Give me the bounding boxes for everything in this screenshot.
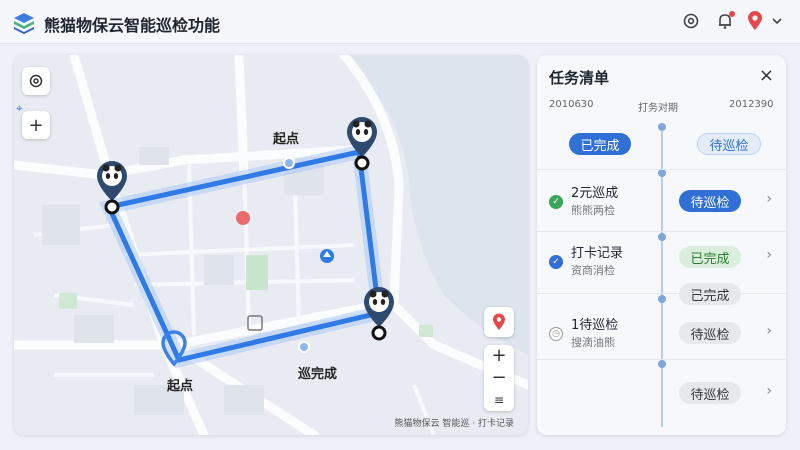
chevron-down-icon[interactable] (766, 10, 788, 32)
layers-icon[interactable]: ≡ (494, 391, 504, 409)
date-start: 2010630 (549, 99, 594, 110)
task-row[interactable]: ✓ 2元巡成 熊熊两检 待巡检 › (537, 169, 786, 231)
task-subtitle: 熊熊两检 (571, 204, 615, 217)
task-row[interactable]: ✓ 打卡记录 资商消检 已完成 › (537, 231, 786, 293)
check-circle-blue-icon: ✓ (549, 255, 563, 269)
task-title: 1待巡检 (571, 318, 619, 333)
app-logo-icon (14, 13, 34, 34)
zoom-out-button[interactable]: − (491, 369, 506, 387)
date-period-label: 打务对期 (638, 103, 678, 114)
status-header-done[interactable]: 已完成 (569, 133, 631, 155)
panda-marker-west[interactable] (95, 159, 129, 217)
app-window: 熊猫物保云智能巡检功能 起点 起点 巡完成 ⌖ + + − ≡ 熊猫物保云 智能… (0, 0, 800, 450)
map-label-start-top: 起点 (273, 132, 300, 147)
gear-icon (29, 74, 43, 88)
status-header-pending[interactable]: 待巡检 (697, 133, 761, 155)
chevron-right-icon[interactable]: › (766, 191, 772, 207)
locate-button[interactable] (484, 307, 514, 337)
status-badge: 已完成 (679, 246, 741, 268)
status-badge: 待巡检 (679, 322, 741, 344)
timeline-dot (658, 123, 666, 131)
chevron-right-icon[interactable]: › (766, 247, 772, 263)
map-label-route-done: 巡完成 (298, 367, 338, 382)
location-pin-icon (493, 313, 505, 330)
map-canvas[interactable] (14, 55, 528, 435)
app-title: 熊猫物保云智能巡检功能 (44, 16, 221, 35)
clock-icon: ◷ (549, 327, 563, 341)
chevron-right-icon[interactable]: › (766, 323, 772, 339)
status-badge: 待巡检 (679, 382, 741, 404)
panda-marker-southeast[interactable] (362, 285, 396, 343)
zoom-control[interactable]: + − ≡ (484, 345, 514, 411)
settings-gear-icon[interactable] (680, 10, 702, 32)
map-attribution: 熊猫物保云 智能巡 · 打卡记录 (394, 419, 514, 429)
map-label-start-bottom: 起点 (167, 379, 194, 394)
task-row[interactable]: ◷ 1待巡检 搜滴油熊 待巡检 › (537, 293, 786, 359)
task-subtitle: 资商消检 (571, 264, 615, 277)
check-circle-green-icon: ✓ (549, 195, 563, 209)
start-pin-icon[interactable] (160, 330, 188, 367)
plus-icon: + (28, 114, 44, 136)
task-panel-title: 任务清单 (549, 69, 610, 87)
map-settings-button[interactable] (22, 67, 50, 95)
task-panel: 任务清单 × 2010630 打务对期 2012390 已完成 待巡检 ✓ 2元… (537, 55, 786, 435)
date-end: 2012390 (729, 99, 774, 110)
location-pin-icon[interactable] (744, 10, 766, 32)
top-header: 熊猫物保云智能巡检功能 (0, 0, 800, 44)
notification-dot (729, 11, 735, 17)
map-zoom-in-left-button[interactable]: + (22, 111, 50, 139)
map-panel[interactable]: 起点 起点 巡完成 ⌖ + + − ≡ 熊猫物保云 智能巡 · 打卡记录 (14, 55, 528, 435)
bell-icon[interactable] (714, 10, 736, 32)
task-title: 2元巡成 (571, 186, 619, 201)
panda-marker-northeast[interactable] (345, 115, 379, 173)
zoom-in-button[interactable]: + (491, 347, 506, 365)
status-badge: 待巡检 (679, 190, 741, 212)
task-row[interactable]: 待巡检 › (537, 359, 786, 425)
close-icon[interactable]: × (759, 65, 774, 86)
chevron-right-icon[interactable]: › (766, 383, 772, 399)
task-subtitle: 搜滴油熊 (571, 336, 615, 349)
task-title: 打卡记录 (571, 246, 624, 261)
